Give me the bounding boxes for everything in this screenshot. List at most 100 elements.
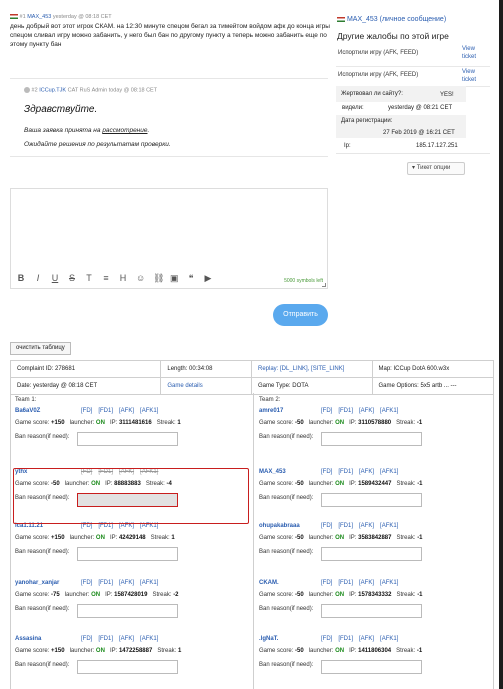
fd1-link[interactable]: [FD1]	[98, 408, 113, 414]
launcher-label: launcher:	[308, 592, 334, 598]
fd1-link[interactable]: [FD1]	[338, 469, 353, 475]
ban-reason-input[interactable]	[77, 432, 178, 446]
underline-icon[interactable]: U	[51, 273, 59, 284]
text-size-icon[interactable]: T	[85, 273, 93, 284]
quote-icon[interactable]: ❝	[187, 273, 195, 284]
player-action-links: [FD] [FD1] [AFK] [AFK1]	[321, 636, 404, 642]
streak-value: -1	[416, 648, 423, 654]
view-ticket-link[interactable]: View ticket	[462, 68, 484, 84]
afk-link[interactable]: [AFK]	[359, 408, 374, 414]
fd-link[interactable]: [FD]	[321, 408, 332, 414]
seen-value: yesterday @ 08:21 CET	[388, 105, 453, 111]
player-name[interactable]: ohupakabraaa	[259, 523, 300, 529]
align-icon[interactable]: ≡	[102, 273, 110, 284]
player-stats: Game score: -50 launcher: ON IP: 1589432…	[259, 481, 423, 487]
heading-icon[interactable]: H	[119, 273, 127, 284]
comment-author[interactable]: MAX_453	[27, 14, 51, 20]
fd1-link[interactable]: [FD1]	[338, 580, 353, 586]
replay-links[interactable]: Replay: [DL_LINK], [SITE_LINK]	[252, 361, 373, 377]
send-button[interactable]: Отправить	[273, 304, 328, 326]
ip-label: IP:	[349, 648, 357, 654]
bold-icon[interactable]: B	[17, 273, 25, 284]
player-stats: Game score: +150 launcher: ON IP: 311148…	[15, 420, 181, 426]
player-action-links: [FD] [FD1] [AFK] [AFK1]	[321, 469, 404, 475]
fd1-link[interactable]: [FD1]	[338, 523, 353, 529]
comment-author[interactable]: ICCup.TJK	[39, 87, 66, 93]
flag-icon	[10, 14, 18, 20]
video-icon[interactable]: ▶	[204, 273, 212, 284]
strikethrough-icon[interactable]: S	[68, 273, 76, 284]
fd1-link[interactable]: [FD1]	[98, 636, 113, 642]
streak-value: -2	[173, 592, 179, 598]
ban-reason-input[interactable]	[321, 432, 422, 446]
review-link[interactable]: рассмотрение	[102, 127, 147, 134]
comment-line-2: Ожидайте решения по результатам проверки…	[24, 141, 171, 148]
afk-link[interactable]: [AFK]	[359, 636, 374, 642]
fd-link[interactable]: [FD]	[321, 636, 332, 642]
afk-link[interactable]: [AFK]	[119, 636, 134, 642]
ban-reason-label: Ban reason(if need):	[15, 662, 70, 668]
link-icon[interactable]: ⛓	[153, 273, 164, 284]
ticket-options-button[interactable]: ▾ Тикет опции	[407, 162, 465, 175]
player-name[interactable]: amre017	[259, 408, 283, 414]
clear-table-button[interactable]: очистить таблицу	[10, 342, 71, 355]
afk-link[interactable]: [AFK]	[119, 580, 134, 586]
ban-reason-input[interactable]	[321, 660, 422, 674]
launcher-label: launcher:	[308, 420, 334, 426]
score-label: Game score:	[15, 420, 50, 426]
player-name[interactable]: .lgNaT.	[259, 636, 278, 642]
afk-link[interactable]: [AFK]	[359, 580, 374, 586]
ban-reason-label: Ban reason(if need):	[259, 662, 314, 668]
reporter-user[interactable]: MAX_453 (личное сообщение)	[337, 16, 446, 23]
ban-reason-input[interactable]	[77, 604, 178, 618]
ban-reason-input[interactable]	[321, 493, 422, 507]
ip-value: 1578343332	[358, 592, 392, 598]
afk1-link[interactable]: [AFK1]	[380, 469, 398, 475]
fd-link[interactable]: [FD]	[321, 580, 332, 586]
score-value: -50	[295, 481, 304, 487]
ban-reason-input[interactable]	[77, 547, 178, 561]
fd-link[interactable]: [FD]	[81, 580, 92, 586]
afk1-link[interactable]: [AFK1]	[140, 580, 158, 586]
team-2-label: Team 2:	[259, 397, 281, 403]
fd-link[interactable]: [FD]	[81, 636, 92, 642]
afk-link[interactable]: [AFK]	[359, 469, 374, 475]
view-ticket-link[interactable]: View ticket	[462, 45, 484, 61]
player-name[interactable]: MAX_453	[259, 469, 286, 475]
player-name[interactable]: Ba6aV0Z	[15, 408, 40, 414]
fd-link[interactable]: [FD]	[321, 469, 332, 475]
resize-handle[interactable]	[322, 283, 326, 287]
afk1-link[interactable]: [AFK1]	[380, 408, 398, 414]
fd1-link[interactable]: [FD1]	[338, 636, 353, 642]
italic-icon[interactable]: I	[34, 273, 42, 284]
ban-reason-input[interactable]	[77, 660, 178, 674]
afk-link[interactable]: [AFK]	[119, 408, 134, 414]
ban-reason-input[interactable]	[321, 547, 422, 561]
player-name[interactable]: CKAM.	[259, 580, 279, 586]
ban-reason-input[interactable]	[321, 604, 422, 618]
player-stats: Game score: +150 launcher: ON IP: 147225…	[15, 648, 181, 654]
reply-editor[interactable]: 5000 symbols left B I U S T ≡ H ☺ ⛓ ▣ ❝ …	[10, 188, 328, 289]
fd-link[interactable]: [FD]	[321, 523, 332, 529]
fd1-link[interactable]: [FD1]	[338, 408, 353, 414]
afk1-link[interactable]: [AFK1]	[140, 408, 158, 414]
comment-line-1-suffix: .	[147, 127, 150, 134]
team-1-label: Team 1:	[15, 397, 37, 403]
player-card: lca1.11.21 [FD] [FD1] [AFK] [AFK1] Game score…	[15, 523, 249, 583]
afk-link[interactable]: [AFK]	[359, 523, 374, 529]
player-name[interactable]: yanohar_xanjar	[15, 580, 59, 586]
score-label: Game score:	[15, 592, 50, 598]
afk1-link[interactable]: [AFK1]	[380, 580, 398, 586]
emoji-icon[interactable]: ☺	[136, 273, 145, 284]
launcher-value: ON	[95, 535, 105, 541]
game-details-link[interactable]: Game details	[161, 378, 252, 394]
comment-1-header: #1 MAX_453 yesterday @ 08:18 CET	[10, 14, 330, 20]
afk1-link[interactable]: [AFK1]	[380, 523, 398, 529]
afk1-link[interactable]: [AFK1]	[140, 636, 158, 642]
afk1-link[interactable]: [AFK1]	[380, 636, 398, 642]
fd1-link[interactable]: [FD1]	[98, 580, 113, 586]
player-name[interactable]: Assasina	[15, 636, 41, 642]
reporter-link[interactable]: MAX_453 (личное сообщение)	[347, 16, 446, 23]
image-icon[interactable]: ▣	[170, 273, 179, 284]
fd-link[interactable]: [FD]	[81, 408, 92, 414]
